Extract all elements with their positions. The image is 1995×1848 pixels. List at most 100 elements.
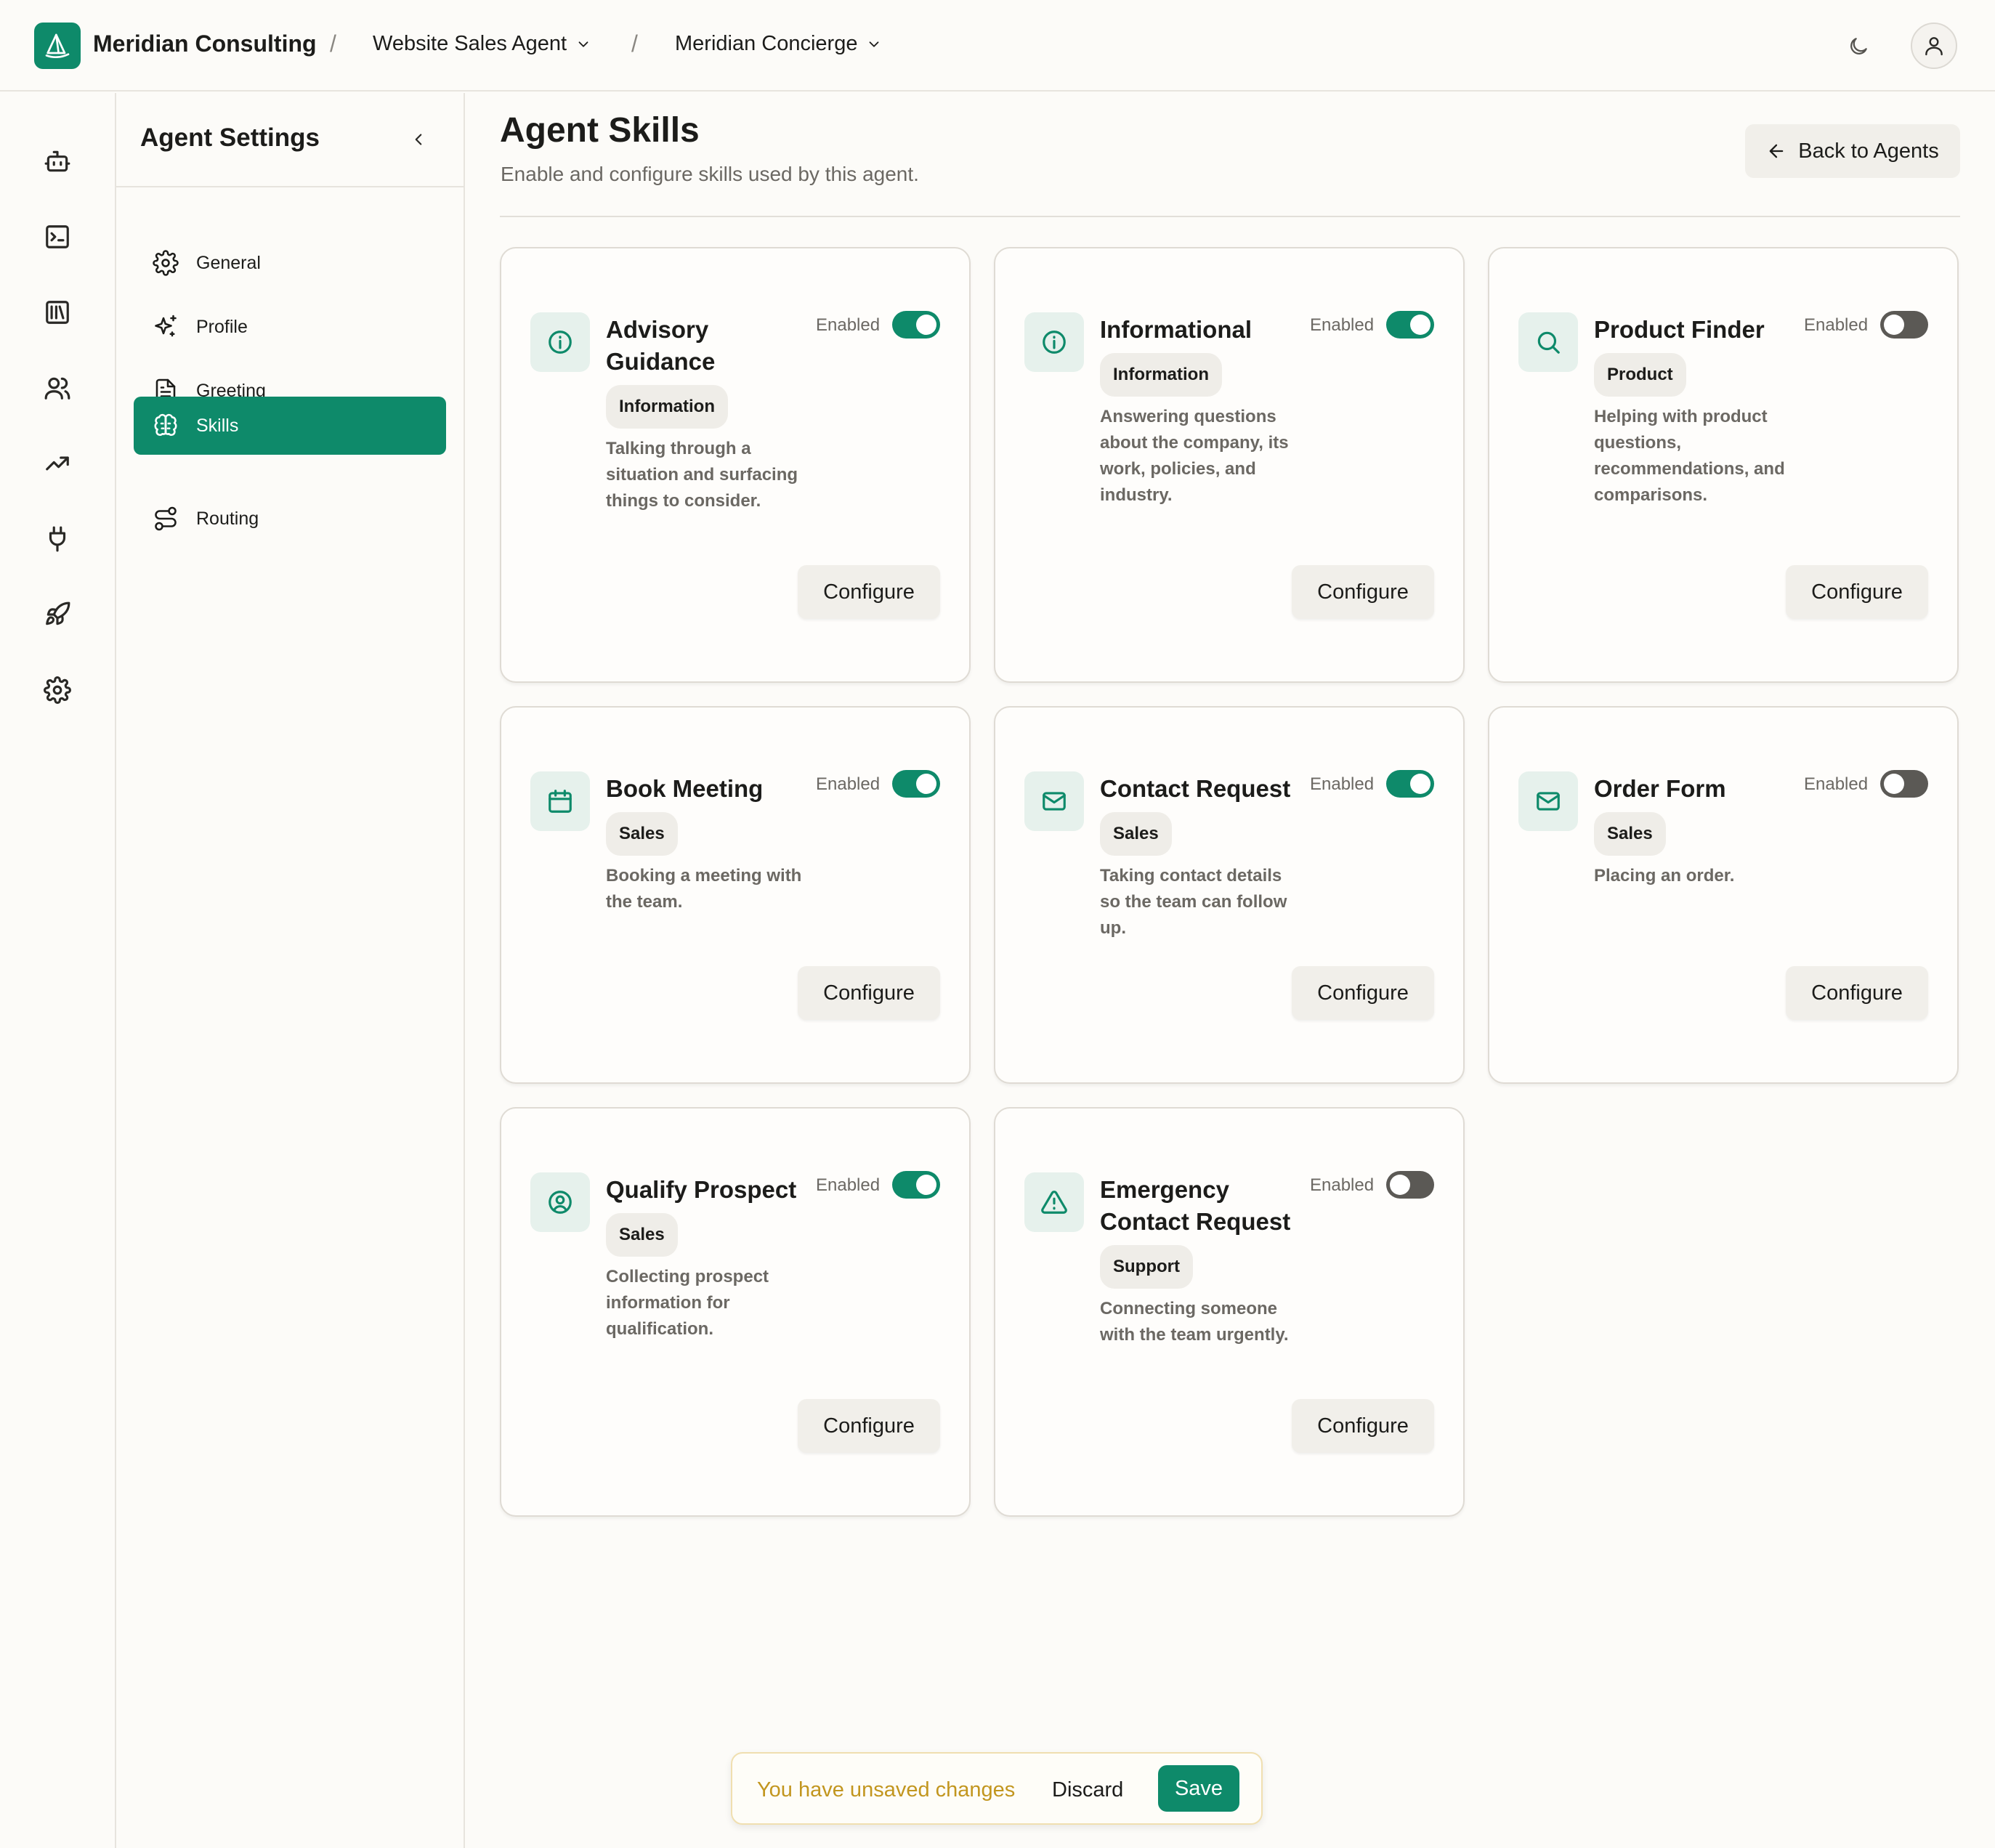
skill-tag: Sales [1100,812,1172,856]
breadcrumb-separator: / [631,31,638,57]
brain-icon [151,411,180,440]
plug-icon[interactable] [41,522,74,556]
skill-card-contact-request: Contact Request Sales Taking contact det… [994,706,1465,1084]
toggle-knob [916,774,936,794]
enabled-label: Enabled [1310,1175,1375,1195]
skill-description: Collecting prospect information for qual… [606,1267,769,1339]
arrow-left-icon [1766,141,1786,161]
sidebar-item-routing[interactable]: Routing [134,490,446,548]
enabled-label: Enabled [816,315,881,335]
bot-icon[interactable] [41,145,74,178]
toggle-knob [1410,774,1431,794]
skill-card-emergency-contact-request: Emergency Contact Request Support Connec… [994,1107,1465,1517]
skill-card-advisory-guidance: Advisory Guidance Information Talking th… [500,247,971,683]
moon-icon[interactable] [1844,32,1873,61]
users-icon[interactable] [41,371,74,405]
route-icon [151,504,180,533]
info-icon [1024,312,1084,372]
brand-name[interactable]: Meridian Consulting [93,31,317,57]
skill-description: Answering questions about the company, i… [1100,407,1289,505]
toggle-knob [1884,774,1904,794]
sailboat-logo-icon[interactable] [34,23,81,69]
terminal-icon[interactable] [41,220,74,254]
skill-name: Advisory Guidance [606,316,716,375]
library-icon[interactable] [41,296,74,329]
configure-button[interactable]: Configure [1786,966,1928,1020]
icon-rail [0,93,116,1848]
sparkles-icon [151,312,180,341]
configure-button[interactable]: Configure [798,966,940,1020]
configure-button[interactable]: Configure [798,565,940,619]
enabled-toggle[interactable] [892,311,940,339]
chevron-down-icon [866,36,882,52]
sidebar-item-label: Profile [196,316,248,337]
configure-button[interactable]: Configure [1292,1399,1434,1453]
skill-body: Order Form Sales Placing an order. [1594,773,1790,889]
user-circle-icon [530,1172,590,1232]
skill-tag: Sales [606,812,678,856]
configure-button[interactable]: Configure [1292,966,1434,1020]
gear-icon [151,248,180,277]
page-subtitle: Enable and configure skills used by this… [501,163,919,185]
back-to-agents-button[interactable]: Back to Agents [1745,124,1960,178]
sidebar-item-label: Routing [196,508,259,529]
skill-name: Product Finder [1594,316,1765,343]
skill-body: Book Meeting Sales Booking a meeting wit… [606,773,802,915]
agent-settings-sidebar: Agent Settings General Profile Greeting … [116,93,465,1848]
configure-button[interactable]: Configure [1292,565,1434,619]
skill-description: Placing an order. [1594,866,1735,885]
skill-tag: Support [1100,1245,1193,1289]
rocket-icon[interactable] [41,598,74,631]
skill-card-book-meeting: Book Meeting Sales Booking a meeting wit… [500,706,971,1084]
trending-up-icon[interactable] [41,447,74,480]
sidebar-item-skills-active[interactable]: Skills [134,397,446,455]
enabled-label: Enabled [1804,774,1869,794]
user-avatar-icon[interactable] [1911,23,1957,69]
enabled-toggle[interactable] [892,770,940,798]
skill-body: Emergency Contact Request Support Connec… [1100,1174,1296,1348]
mail-icon [1518,771,1578,831]
skill-card-qualify-prospect: Qualify Prospect Sales Collecting prospe… [500,1107,971,1517]
skill-description: Connecting someone with the team urgentl… [1100,1299,1289,1345]
breadcrumb-concierge-dropdown[interactable]: Meridian Concierge [675,32,882,56]
configure-button[interactable]: Configure [1786,565,1928,619]
skill-description: Booking a meeting with the team. [606,866,802,912]
enabled-toggle[interactable] [1386,1171,1434,1199]
save-button[interactable]: Save [1158,1765,1239,1812]
enabled-toggle[interactable] [1386,770,1434,798]
skill-name: Order Form [1594,775,1726,802]
sidebar-header: Agent Settings [116,93,464,187]
chevron-left-icon[interactable] [404,125,433,154]
enabled-toggle[interactable] [892,1171,940,1199]
sidebar-title: Agent Settings [140,123,320,152]
toggle-knob [1884,315,1904,335]
toggle-knob [916,1175,936,1195]
top-bar: Meridian Consulting / Website Sales Agen… [0,0,1995,92]
discard-button[interactable]: Discard [1052,1778,1123,1802]
breadcrumb-concierge-label: Meridian Concierge [675,32,858,55]
skill-card-product-finder: Product Finder Product Helping with prod… [1488,247,1959,683]
enabled-label: Enabled [1310,315,1375,335]
breadcrumb-agent-label: Website Sales Agent [373,32,567,55]
skill-description: Helping with product questions, recommen… [1594,407,1785,505]
header-divider [500,216,1960,217]
skill-tag: Information [1100,353,1222,397]
alert-triangle-icon [1024,1172,1084,1232]
enabled-label: Enabled [1310,774,1375,794]
calendar-icon [530,771,590,831]
enabled-toggle[interactable] [1880,311,1928,339]
skill-name: Book Meeting [606,775,764,802]
breadcrumb-separator: / [330,31,336,57]
sidebar-item-profile[interactable]: Profile [134,298,446,356]
settings-icon[interactable] [41,673,74,707]
configure-button[interactable]: Configure [798,1399,940,1453]
skill-card-informational: Informational Information Answering ques… [994,247,1465,683]
enabled-label: Enabled [816,1175,881,1195]
skill-body: Product Finder Product Helping with prod… [1594,314,1790,508]
enabled-toggle[interactable] [1386,311,1434,339]
breadcrumb-agent-dropdown[interactable]: Website Sales Agent [373,32,591,56]
skill-tag: Sales [1594,812,1666,856]
enabled-toggle[interactable] [1880,770,1928,798]
sidebar-item-general[interactable]: General [134,234,446,292]
skill-body: Qualify Prospect Sales Collecting prospe… [606,1174,802,1342]
